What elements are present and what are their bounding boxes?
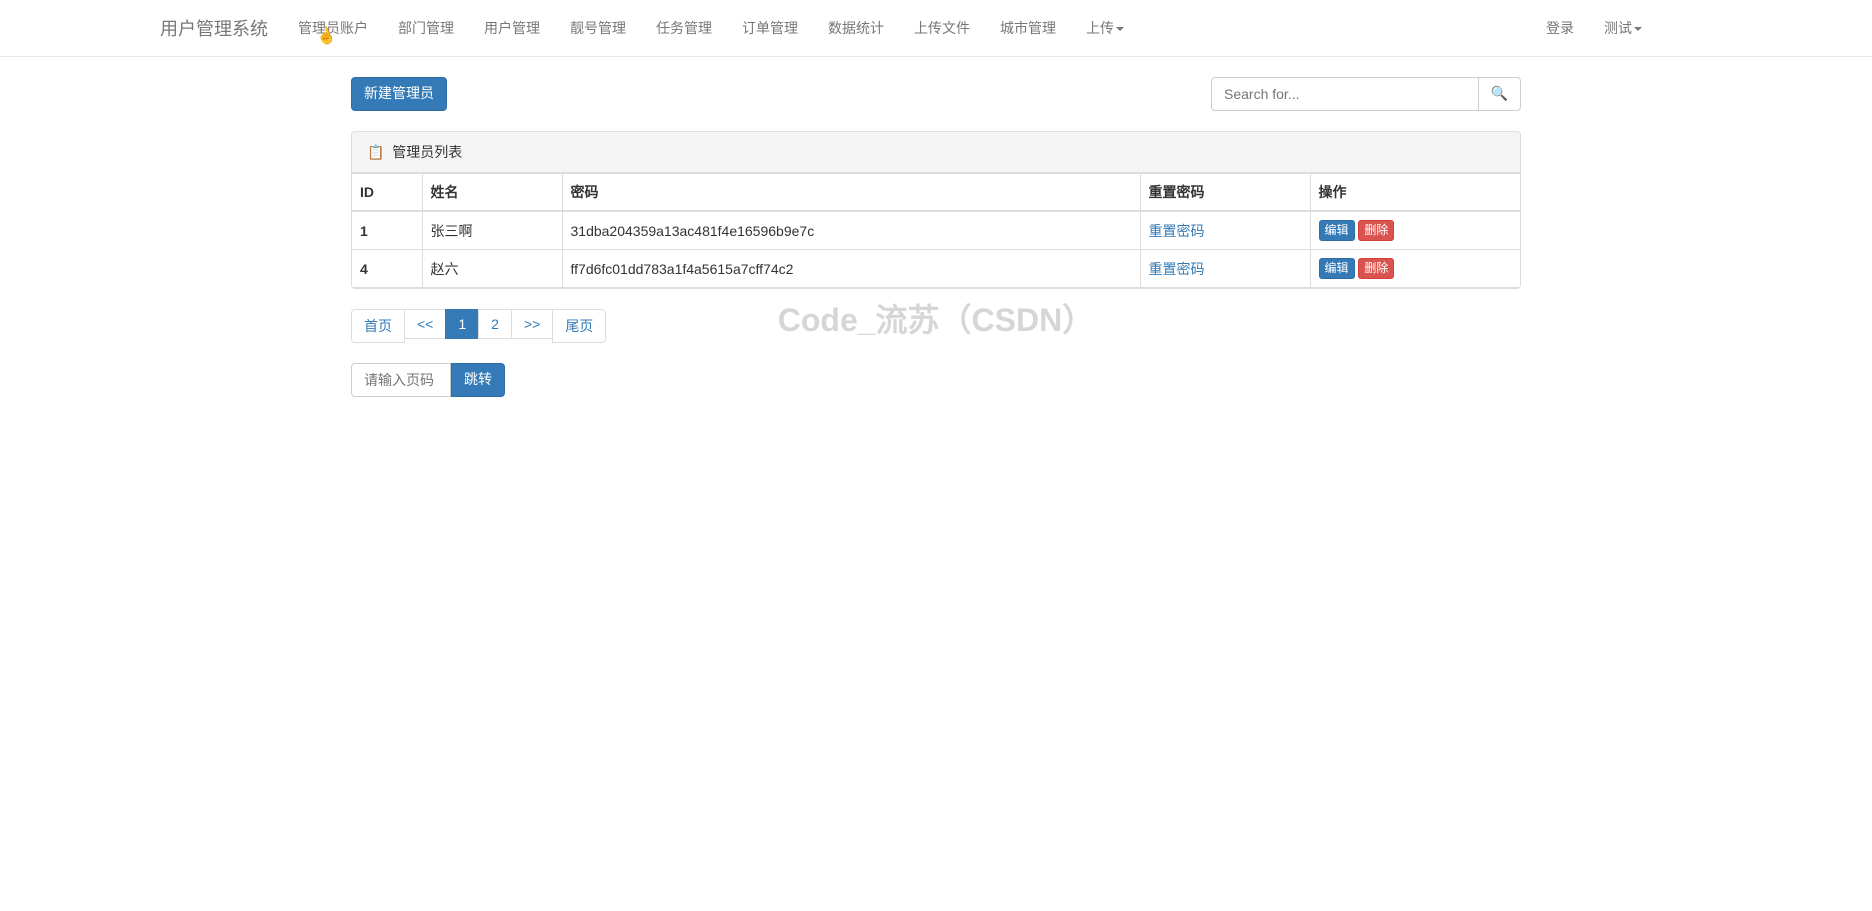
- pagination: 首页 << 1 2 >> 尾页: [351, 309, 1521, 343]
- page-next[interactable]: >>: [511, 309, 553, 339]
- top-navbar: 用户管理系统 管理员账户 部门管理 用户管理 靓号管理 任务管理 订单管理 数据…: [0, 0, 1872, 57]
- table-row: 4 赵六 ff7d6fc01dd783a1f4a5615a7cff74c2 重置…: [352, 250, 1520, 288]
- nav-data-stats[interactable]: 数据统计: [813, 3, 899, 53]
- brand-link[interactable]: 用户管理系统: [145, 0, 283, 56]
- search-icon: 🔍: [1491, 85, 1508, 101]
- nav-department[interactable]: 部门管理: [383, 3, 469, 53]
- th-id: ID: [352, 174, 422, 212]
- page-jump-button[interactable]: 跳转: [451, 363, 505, 397]
- th-password: 密码: [562, 174, 1140, 212]
- admin-list-panel: 📋 管理员列表 ID 姓名 密码 重置密码 操作 1 张三啊 31dba2043…: [351, 131, 1521, 289]
- chevron-down-icon: [1634, 27, 1642, 31]
- table-header-row: ID 姓名 密码 重置密码 操作: [352, 174, 1520, 212]
- cell-name: 赵六: [422, 250, 562, 288]
- page-last[interactable]: 尾页: [552, 309, 606, 343]
- search-group: 🔍: [1211, 77, 1521, 111]
- th-name: 姓名: [422, 174, 562, 212]
- page-prev[interactable]: <<: [404, 309, 446, 339]
- search-input[interactable]: [1211, 77, 1479, 111]
- th-reset: 重置密码: [1140, 174, 1310, 212]
- nav-upload-file[interactable]: 上传文件: [899, 3, 985, 53]
- page-jump-group: 跳转: [351, 363, 1521, 397]
- nav-admin-account[interactable]: 管理员账户: [283, 3, 383, 53]
- nav-upload-dropdown[interactable]: 上传: [1071, 3, 1139, 53]
- cell-id: 4: [352, 250, 422, 288]
- cell-id: 1: [352, 211, 422, 250]
- nav-order-manage[interactable]: 订单管理: [727, 3, 813, 53]
- page-jump-input[interactable]: [351, 363, 451, 397]
- new-admin-button[interactable]: 新建管理员: [351, 77, 447, 111]
- nav-login[interactable]: 登录: [1531, 3, 1589, 53]
- delete-button[interactable]: 删除: [1358, 220, 1394, 241]
- main-container: 新建管理员 🔍 📋 管理员列表 ID 姓名 密码 重置密码 操作: [336, 77, 1536, 397]
- th-operation: 操作: [1310, 174, 1520, 212]
- reset-password-link[interactable]: 重置密码: [1149, 223, 1205, 239]
- delete-button[interactable]: 删除: [1358, 258, 1394, 279]
- list-icon: 📋: [367, 144, 384, 160]
- panel-title: 管理员列表: [392, 144, 462, 160]
- search-button[interactable]: 🔍: [1478, 77, 1521, 111]
- cell-password: 31dba204359a13ac481f4e16596b9e7c: [562, 211, 1140, 250]
- nav-task-manage[interactable]: 任务管理: [641, 3, 727, 53]
- chevron-down-icon: [1116, 27, 1124, 31]
- cell-password: ff7d6fc01dd783a1f4a5615a7cff74c2: [562, 250, 1140, 288]
- edit-button[interactable]: 编辑: [1319, 220, 1355, 241]
- edit-button[interactable]: 编辑: [1319, 258, 1355, 279]
- top-action-row: 新建管理员 🔍: [351, 77, 1521, 111]
- table-row: 1 张三啊 31dba204359a13ac481f4e16596b9e7c 重…: [352, 211, 1520, 250]
- nav-left: 管理员账户 部门管理 用户管理 靓号管理 任务管理 订单管理 数据统计 上传文件…: [283, 3, 1139, 53]
- nav-test-dropdown[interactable]: 测试: [1589, 3, 1657, 53]
- page-1[interactable]: 1: [445, 309, 479, 339]
- nav-city-manage[interactable]: 城市管理: [985, 3, 1071, 53]
- admin-table: ID 姓名 密码 重置密码 操作 1 张三啊 31dba204359a13ac4…: [352, 173, 1520, 288]
- nav-number-manage[interactable]: 靓号管理: [555, 3, 641, 53]
- page-2[interactable]: 2: [478, 309, 512, 339]
- reset-password-link[interactable]: 重置密码: [1149, 261, 1205, 277]
- panel-heading: 📋 管理员列表: [352, 132, 1520, 173]
- cell-name: 张三啊: [422, 211, 562, 250]
- page-first[interactable]: 首页: [351, 309, 405, 343]
- nav-right: 登录 测试: [1531, 3, 1657, 53]
- nav-user-manage[interactable]: 用户管理: [469, 3, 555, 53]
